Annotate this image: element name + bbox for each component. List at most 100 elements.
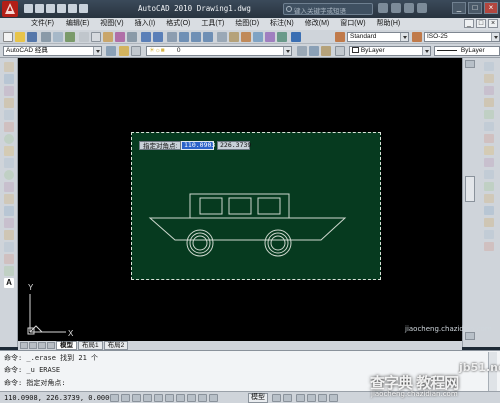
publish-icon[interactable]: [65, 32, 75, 42]
markup-icon[interactable]: [265, 32, 275, 42]
dim-style-select[interactable]: ISO-25: [424, 32, 500, 42]
point-icon[interactable]: [4, 218, 14, 228]
sheet-set-icon[interactable]: [253, 32, 263, 42]
steering-wheel-icon[interactable]: [318, 394, 327, 402]
communication-icon[interactable]: [391, 3, 401, 13]
menu-view[interactable]: 视图(V): [100, 18, 123, 30]
dynamic-input-icon[interactable]: [187, 394, 196, 402]
fillet-icon[interactable]: [484, 230, 494, 239]
workspace-select[interactable]: AutoCAD 经典: [3, 46, 102, 56]
autocad-logo-icon[interactable]: [2, 1, 18, 17]
text-style-select[interactable]: Standard: [347, 32, 409, 42]
scroll-up-arrow-icon[interactable]: [465, 60, 475, 68]
chamfer-icon[interactable]: [484, 218, 494, 227]
extend-icon[interactable]: [484, 182, 494, 191]
new-file-icon[interactable]: [3, 32, 13, 42]
join-icon[interactable]: [484, 206, 494, 215]
cursor-coordinates[interactable]: 110.0908, 226.3739, 0.0000: [4, 394, 114, 402]
menu-tools[interactable]: 工具(T): [201, 18, 224, 30]
polygon-icon[interactable]: [4, 98, 14, 108]
circle-icon[interactable]: [4, 134, 14, 144]
scale-icon[interactable]: [484, 146, 494, 155]
ellipse-icon[interactable]: [4, 170, 14, 180]
block-editor-icon[interactable]: [127, 32, 137, 42]
open-folder-icon[interactable]: [15, 32, 25, 42]
doc-restore-button[interactable]: □: [476, 19, 486, 28]
quickcalc-icon[interactable]: [277, 32, 287, 42]
tab-model[interactable]: 模型: [56, 341, 77, 350]
ellipse-arc-icon[interactable]: [4, 182, 14, 192]
properties-icon[interactable]: [217, 32, 227, 42]
snap-mode-icon[interactable]: [110, 394, 119, 402]
move-icon[interactable]: [484, 122, 494, 131]
layer-manager-icon[interactable]: [119, 46, 129, 56]
undo-arrow-icon[interactable]: [141, 32, 151, 42]
array-icon[interactable]: [484, 110, 494, 119]
layer-state-icon[interactable]: [131, 46, 141, 56]
zoom-previous-icon[interactable]: [203, 32, 213, 42]
rectangle-icon[interactable]: [4, 110, 14, 120]
ortho-mode-icon[interactable]: [132, 394, 141, 402]
quick-view-layouts-icon[interactable]: [272, 394, 281, 402]
vertical-scrollbar[interactable]: [462, 58, 478, 347]
workspace-settings-icon[interactable]: [106, 46, 116, 56]
menu-window[interactable]: 窗口(W): [340, 18, 365, 30]
close-button[interactable]: ×: [484, 2, 498, 14]
menu-format[interactable]: 格式(O): [166, 18, 190, 30]
linetype-select[interactable]: ByLayer: [434, 46, 500, 56]
construction-line-icon[interactable]: [4, 74, 14, 84]
tab-layout1[interactable]: 布局1: [78, 341, 103, 350]
tab-layout2[interactable]: 布局2: [103, 341, 129, 350]
trim-icon[interactable]: [484, 170, 494, 179]
multiline-text-icon[interactable]: A: [4, 278, 14, 288]
help-search-input[interactable]: 键入关键字或短语: [283, 3, 373, 15]
grid-display-icon[interactable]: [121, 394, 130, 402]
dynamic-input-y-field[interactable]: 226.3739: [217, 141, 251, 150]
tool-palettes-icon[interactable]: [241, 32, 251, 42]
new-icon[interactable]: [24, 4, 33, 13]
plot-icon[interactable]: [79, 4, 88, 13]
maximize-button[interactable]: □: [468, 2, 482, 14]
tab-last-arrow-icon[interactable]: [47, 342, 55, 349]
table-icon[interactable]: [4, 266, 14, 276]
undo-icon[interactable]: [57, 4, 66, 13]
region-icon[interactable]: [4, 254, 14, 264]
redo-icon[interactable]: [68, 4, 77, 13]
scroll-down-arrow-icon[interactable]: [465, 332, 475, 340]
showmotion-icon[interactable]: [329, 394, 338, 402]
color-select[interactable]: ByLayer: [349, 46, 431, 56]
break-icon[interactable]: [484, 194, 494, 203]
match-properties-brush-icon[interactable]: [115, 32, 125, 42]
copy-object-icon[interactable]: [484, 74, 494, 83]
redo-arrow-icon[interactable]: [153, 32, 163, 42]
menu-help[interactable]: 帮助(H): [377, 18, 401, 30]
plot-preview-icon[interactable]: [53, 32, 63, 42]
spline-icon[interactable]: [4, 158, 14, 168]
mirror-icon[interactable]: [484, 86, 494, 95]
layer-isolate-icon[interactable]: [321, 46, 331, 56]
lineweight-icon[interactable]: [198, 394, 207, 402]
revision-cloud-icon[interactable]: [4, 146, 14, 156]
minimize-button[interactable]: _: [452, 2, 466, 14]
dynamic-input-x-field[interactable]: 110.0903: [181, 141, 215, 150]
layer-select[interactable]: ☀☼■ 0: [146, 46, 292, 56]
tab-prev-arrow-icon[interactable]: [29, 342, 37, 349]
gradient-icon[interactable]: [4, 242, 14, 252]
scroll-thumb[interactable]: [465, 176, 475, 202]
erase-icon[interactable]: [484, 62, 494, 71]
object-snap-tracking-icon[interactable]: [165, 394, 174, 402]
rotate-icon[interactable]: [484, 134, 494, 143]
explode-icon[interactable]: [484, 242, 494, 251]
make-block-icon[interactable]: [4, 206, 14, 216]
menu-file[interactable]: 文件(F): [31, 18, 54, 30]
zoom-window-icon[interactable]: [191, 32, 201, 42]
stretch-icon[interactable]: [484, 158, 494, 167]
help-icon[interactable]: [417, 3, 427, 13]
pan-hand-icon[interactable]: [167, 32, 177, 42]
zoom-icon[interactable]: [307, 394, 316, 402]
design-center-icon[interactable]: [229, 32, 239, 42]
open-icon[interactable]: [35, 4, 44, 13]
doc-minimize-button[interactable]: _: [464, 19, 474, 28]
make-current-layer-icon[interactable]: [297, 46, 307, 56]
copy-icon[interactable]: [91, 32, 101, 42]
